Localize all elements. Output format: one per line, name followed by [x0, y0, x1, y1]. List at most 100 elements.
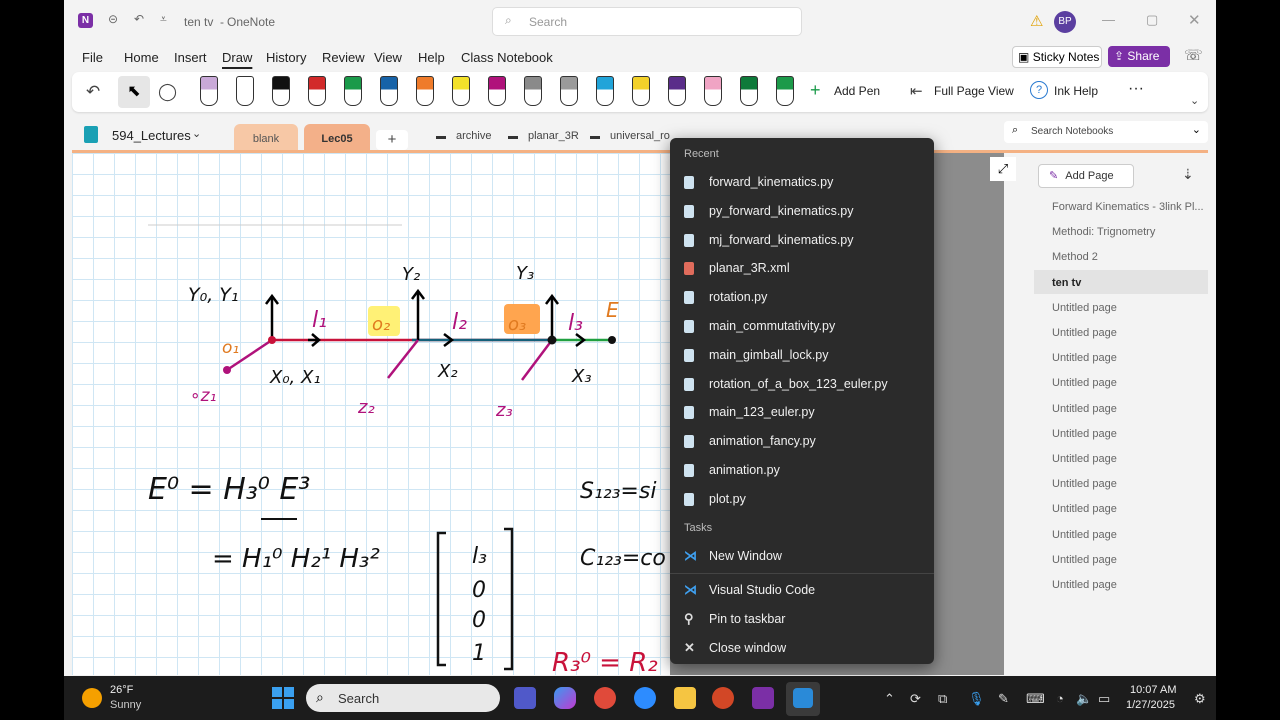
minimize-icon[interactable]: — [1102, 12, 1115, 27]
undo-title-icon[interactable]: ↶ [134, 12, 144, 26]
weather-desc[interactable]: Sunny [110, 699, 141, 711]
search-scope-chevron-icon[interactable]: ⌄ [1192, 123, 1201, 136]
page-item[interactable]: Untitled page [1052, 377, 1117, 389]
page-item[interactable]: Untitled page [1052, 579, 1117, 591]
search-notebooks-field[interactable]: ⌕ Search Notebooks ⌄ [1004, 121, 1208, 143]
pen-17-icon[interactable] [776, 76, 794, 106]
pen-8-icon[interactable] [452, 76, 470, 106]
show-hidden-icons[interactable]: ⌃ [884, 691, 895, 707]
pen-7-icon[interactable] [416, 76, 434, 106]
warning-icon[interactable]: ⚠ [1030, 12, 1043, 30]
taskbar-search[interactable]: ⌕ Search [306, 684, 500, 712]
ink-help-button[interactable]: Ink Help [1054, 84, 1098, 98]
ink-help-icon[interactable]: ? [1030, 81, 1048, 99]
page-item[interactable]: Untitled page [1052, 453, 1117, 465]
add-section-button[interactable]: + [376, 130, 408, 150]
pen-13-icon[interactable] [632, 76, 650, 106]
customize-icon[interactable]: ⩡ [160, 12, 167, 27]
ribbon-collapse-icon[interactable]: ⌄ [1190, 94, 1199, 107]
menu-history[interactable]: History [266, 50, 306, 65]
powerpoint-icon[interactable] [712, 687, 734, 709]
menu-insert[interactable]: Insert [174, 50, 207, 65]
recent-file-item[interactable]: rotation.py [684, 288, 924, 312]
full-page-view-button[interactable]: Full Page View [934, 84, 1014, 98]
page-item[interactable]: Forward Kinematics - 3link Pl... [1052, 201, 1204, 213]
add-pen-button[interactable]: Add Pen [834, 84, 880, 98]
section-universal-robots[interactable]: universal_robots_ur5e [610, 130, 670, 142]
page-item[interactable]: Untitled page [1052, 428, 1117, 440]
close-icon[interactable]: ✕ [1188, 11, 1201, 29]
recent-file-item[interactable]: animation_fancy.py [684, 432, 924, 456]
volume-icon[interactable]: 🔈 [1076, 691, 1092, 707]
onenote-taskbar-icon[interactable] [752, 687, 774, 709]
teams-icon[interactable] [514, 687, 536, 709]
undo-icon[interactable]: ↶ [86, 82, 100, 102]
pen-1-icon[interactable] [200, 76, 218, 106]
recent-file-item[interactable]: main_commutativity.py [684, 317, 924, 341]
pen-16-icon[interactable] [740, 76, 758, 106]
pen-9-icon[interactable] [488, 76, 506, 106]
notebook-name[interactable]: 594_Lectures [112, 128, 191, 143]
recent-file-item[interactable]: main_gimball_lock.py [684, 346, 924, 370]
section-archive[interactable]: archive [456, 130, 491, 142]
feedback-icon[interactable]: ☏ [1184, 46, 1203, 64]
page-item[interactable]: Untitled page [1052, 554, 1117, 566]
recent-file-item[interactable]: plot.py [684, 490, 924, 514]
page-item[interactable]: Method 2 [1052, 251, 1098, 263]
recent-file-item[interactable]: forward_kinematics.py [684, 173, 924, 197]
search-input[interactable]: ⌕ Search [492, 7, 802, 36]
chrome-icon[interactable] [594, 687, 616, 709]
sync-icon[interactable]: ⟳ [910, 691, 921, 707]
keyboard-icon[interactable]: ⌨ [1026, 691, 1045, 707]
pen-11-icon[interactable] [560, 76, 578, 106]
full-page-view-icon[interactable]: ⇤ [910, 82, 923, 100]
menu-view[interactable]: View [374, 50, 402, 65]
tab-lec05[interactable]: Lec05 [304, 124, 370, 150]
note-canvas[interactable]: Y₀, Y₁ o₁ l₁ o₂ Y₂ l₂ o₃ Y₃ l₃ E X₀, X₁ … [72, 153, 672, 675]
page-item[interactable]: Untitled page [1052, 352, 1117, 364]
pen-10-icon[interactable] [524, 76, 542, 106]
clock-time[interactable]: 10:07 AM [1130, 684, 1176, 696]
pen-3-icon[interactable] [272, 76, 290, 106]
maximize-icon[interactable]: ▢ [1146, 12, 1158, 28]
recent-file-item[interactable]: rotation_of_a_box_123_euler.py [684, 375, 924, 399]
sticky-notes-button[interactable]: ▣ Sticky Notes [1012, 46, 1102, 68]
wifi-icon[interactable]: ◔ [1056, 691, 1064, 706]
zoom-icon[interactable] [634, 687, 656, 709]
expand-icon[interactable]: ⤢ [990, 157, 1016, 181]
copilot-icon[interactable] [554, 687, 576, 709]
back-icon[interactable]: ⊝ [108, 12, 118, 26]
menu-file[interactable]: File [82, 50, 103, 65]
page-item[interactable]: Untitled page [1052, 478, 1117, 490]
pen-4-icon[interactable] [308, 76, 326, 106]
vscode-app-item[interactable]: ⋊ Visual Studio Code [684, 581, 924, 605]
file-explorer-icon[interactable] [674, 687, 696, 709]
pen-15-icon[interactable] [704, 76, 722, 106]
section-planar-3r[interactable]: planar_3R [528, 130, 579, 142]
pin-to-taskbar-item[interactable]: ⚲ Pin to taskbar [684, 610, 924, 634]
sort-pages-icon[interactable]: ⇣ [1182, 166, 1194, 183]
tab-blank[interactable]: blank [234, 124, 298, 150]
menu-review[interactable]: Review [322, 50, 365, 65]
pen-6-icon[interactable] [380, 76, 398, 106]
notifications-icon[interactable]: ⚙ [1194, 691, 1206, 707]
weather-sun-icon[interactable] [82, 688, 102, 708]
select-tool-icon[interactable]: ⬉ [118, 76, 150, 108]
menu-class-notebook[interactable]: Class Notebook [461, 50, 553, 65]
more-button[interactable]: ··· [1128, 80, 1144, 98]
add-page-button[interactable]: ✎ Add Page [1038, 164, 1134, 188]
new-window-item[interactable]: ⋊ New Window [684, 547, 924, 571]
page-item[interactable]: Untitled page [1052, 503, 1117, 515]
menu-home[interactable]: Home [124, 50, 159, 65]
recent-file-item[interactable]: animation.py [684, 461, 924, 485]
microphone-icon[interactable]: 🎙 [968, 691, 985, 707]
avatar[interactable]: BP [1054, 11, 1076, 33]
clock-date[interactable]: 1/27/2025 [1126, 699, 1175, 711]
page-item[interactable]: Untitled page [1052, 302, 1117, 314]
weather-temp[interactable]: 26°F [110, 684, 133, 696]
page-item[interactable]: Untitled page [1052, 327, 1117, 339]
share-button[interactable]: ⇪ Share [1108, 46, 1170, 67]
dropbox-icon[interactable]: ⧉ [938, 691, 947, 707]
start-icon[interactable] [272, 687, 294, 709]
vscode-taskbar-button[interactable] [786, 682, 820, 716]
